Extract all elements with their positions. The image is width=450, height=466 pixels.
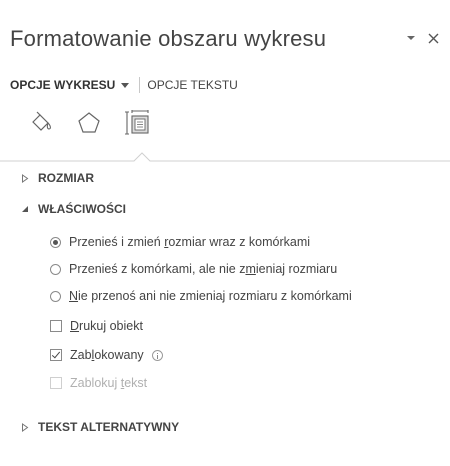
tab-chart-options[interactable]: OPCJE WYKRESU (10, 78, 130, 92)
radio-move-dont-size[interactable]: Przenieś z komórkami, ale nie zmieniaj r… (50, 261, 337, 277)
options-tabs: OPCJE WYKRESU OPCJE TEKSTU (10, 75, 238, 95)
radio-dont-move-or-size-label: Nie przenoś ani nie zmieniaj rozmiaru z … (69, 289, 352, 303)
checkbox[interactable] (50, 349, 62, 361)
checkbox-lock-text-label: Zablokuj tekst (70, 376, 148, 390)
format-chart-area-pane: Formatowanie obszaru wykresu OPCJE WYKRE… (0, 0, 450, 466)
collapse-arrow-icon (20, 204, 30, 214)
size-properties-icon[interactable] (124, 110, 150, 136)
pane-title: Formatowanie obszaru wykresu (10, 26, 327, 51)
chevron-down-icon (121, 82, 130, 88)
close-icon[interactable] (426, 30, 440, 46)
info-icon[interactable] (151, 349, 163, 361)
radio-button[interactable] (50, 263, 61, 275)
section-size-label: ROZMIAR (38, 171, 94, 185)
active-category-divider (0, 152, 450, 162)
checkbox (50, 377, 62, 389)
checkbox[interactable] (50, 320, 62, 332)
section-properties[interactable]: WŁAŚCIWOŚCI (20, 201, 126, 217)
checkbox-print-object[interactable]: Drukuj obiekt (50, 318, 143, 334)
checkbox-lock-text: Zablokuj tekst (50, 375, 147, 391)
expand-arrow-icon (20, 173, 30, 183)
dropdown-arrow-icon[interactable] (404, 30, 418, 46)
expand-arrow-icon (20, 422, 30, 432)
section-alt-text-label: TEKST ALTERNATYWNY (38, 420, 180, 434)
tab-chart-options-label: OPCJE WYKRESU (10, 78, 116, 92)
radio-button[interactable] (50, 290, 61, 302)
section-size[interactable]: ROZMIAR (20, 170, 94, 186)
tab-separator (139, 77, 141, 93)
tab-text-options[interactable]: OPCJE TEKSTU (147, 78, 237, 92)
radio-dont-move-or-size[interactable]: Nie przenoś ani nie zmieniaj rozmiaru z … (50, 288, 352, 304)
radio-move-and-size-label: Przenieś i zmień rozmiar wraz z komórkam… (69, 235, 311, 249)
pane-header: Formatowanie obszaru wykresu (10, 26, 440, 60)
effects-icon[interactable] (76, 110, 102, 136)
checkbox-print-object-label: Drukuj obiekt (70, 319, 143, 333)
tab-text-options-label: OPCJE TEKSTU (147, 78, 238, 92)
fill-line-icon[interactable] (28, 110, 54, 136)
radio-button[interactable] (50, 236, 61, 248)
radio-move-dont-size-label: Przenieś z komórkami, ale nie zmieniaj r… (69, 262, 338, 276)
radio-move-and-size[interactable]: Przenieś i zmień rozmiar wraz z komórkam… (50, 234, 310, 250)
checkbox-locked-label: Zablokowany (70, 348, 144, 362)
checkbox-locked[interactable]: Zablokowany (50, 347, 163, 363)
section-properties-label: WŁAŚCIWOŚCI (38, 202, 126, 216)
category-icon-row (28, 108, 150, 138)
pane-header-controls (404, 28, 440, 48)
section-alt-text[interactable]: TEKST ALTERNATYWNY (20, 419, 179, 435)
